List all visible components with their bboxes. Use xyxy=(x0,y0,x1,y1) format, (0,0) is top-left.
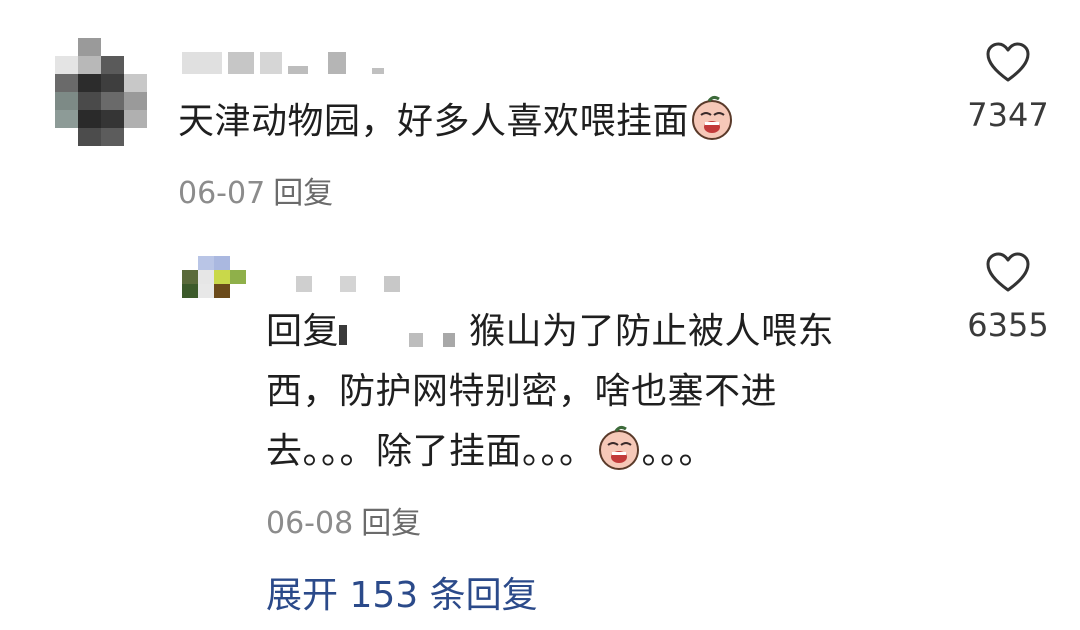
mentioned-user[interactable] xyxy=(339,313,469,349)
reply-username[interactable] xyxy=(296,276,400,292)
reply-line-2: 西，防护网特别密，啥也塞不进 xyxy=(266,371,778,412)
expand-replies-button[interactable]: 展开 153 条回复 xyxy=(266,566,538,618)
reply-prefix: 回复 xyxy=(266,311,340,352)
reply-button[interactable]: 回复 xyxy=(273,176,333,211)
comment-date: 06-07 xyxy=(178,176,266,211)
username[interactable] xyxy=(182,52,384,74)
sob-face-icon xyxy=(596,425,642,471)
reply-date: 06-08 xyxy=(266,506,354,541)
reply-text: 回复 猴山为了防止被人喂东 西，防护网特别密，啥也塞不进 去。。。除了挂面。。。… xyxy=(266,302,906,482)
like-area: 7347 xyxy=(958,40,1058,134)
reply-like-area: 6355 xyxy=(958,250,1058,344)
reply-meta: 06-08 回复 xyxy=(266,498,421,542)
heart-icon[interactable] xyxy=(958,40,1058,88)
heart-icon[interactable] xyxy=(958,250,1058,298)
reply-line-1-text: 猴山为了防止被人喂东 xyxy=(469,311,835,352)
comment-meta: 06-07 回复 xyxy=(178,168,333,212)
reply-avatar[interactable] xyxy=(182,256,262,312)
reply-line-3-text: 去。。。除了挂面。。。 xyxy=(266,431,596,472)
reply-line-3-tail: 。。。 xyxy=(641,431,716,472)
reply-like-count: 6355 xyxy=(967,306,1049,344)
reply-line-1: 回复 猴山为了防止被人喂东 xyxy=(266,302,906,362)
avatar[interactable] xyxy=(55,38,147,146)
comment-body: 天津动物园，好多人喜欢喂挂面 xyxy=(178,101,690,142)
reply-reply-button[interactable]: 回复 xyxy=(361,506,421,541)
reply-line-3: 去。。。除了挂面。。。 。。。 xyxy=(266,422,906,482)
sob-face-icon xyxy=(689,95,735,141)
comment-text: 天津动物园，好多人喜欢喂挂面 xyxy=(178,92,735,152)
like-count: 7347 xyxy=(967,96,1049,134)
